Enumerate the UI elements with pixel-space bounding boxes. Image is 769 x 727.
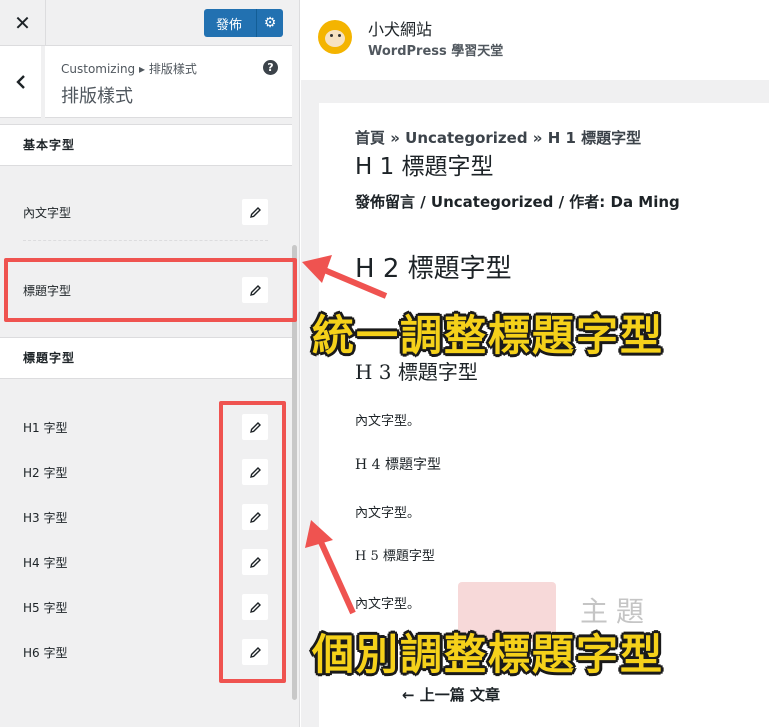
post-paragraph: 內文字型。: [355, 597, 421, 612]
logo-face: [325, 30, 345, 47]
section-title: 排版樣式: [61, 86, 133, 107]
highlight-box-individual: [219, 401, 286, 683]
callout-unified: 統一調整標題字型: [312, 311, 665, 360]
control-body-font[interactable]: 內文字型: [23, 199, 268, 225]
control-label: H4 字型: [23, 555, 68, 570]
post-h4: H 4 標題字型: [355, 457, 442, 473]
post-breadcrumb[interactable]: 首頁 » Uncategorized » H 1 標題字型: [355, 127, 641, 148]
control-label: 內文字型: [23, 205, 72, 220]
group-heading-heading-fonts: 標題字型: [0, 337, 292, 379]
highlight-box-unified: [4, 258, 297, 322]
publish-label[interactable]: 發佈: [204, 14, 256, 33]
post-h5: H 5 標題字型: [355, 549, 435, 564]
group-heading-basic-fonts: 基本字型: [0, 124, 292, 166]
edit-button[interactable]: [242, 199, 268, 225]
post-h1: H 1 標題字型: [355, 154, 494, 180]
back-button[interactable]: [0, 46, 45, 118]
control-label: H2 字型: [23, 465, 68, 480]
post-h2: H 2 標題字型: [355, 254, 512, 284]
divider: [23, 240, 268, 241]
post-paragraph: 內文字型。: [355, 506, 421, 521]
site-logo-icon[interactable]: [318, 20, 352, 54]
callout-individual: 個別調整標題字型: [312, 630, 665, 679]
breadcrumb: Customizing ▸ 排版樣式: [61, 62, 197, 76]
site-tagline: WordPress 學習天堂: [368, 44, 504, 59]
gear-icon[interactable]: ⚙: [257, 15, 283, 31]
pencil-icon[interactable]: [249, 206, 262, 219]
publish-button[interactable]: 發佈 ⚙: [204, 9, 283, 37]
control-label: H1 字型: [23, 420, 68, 435]
chevron-left-icon[interactable]: [15, 74, 27, 90]
control-label: H3 字型: [23, 510, 68, 525]
customizer-topbar: ✕ 發佈 ⚙: [0, 0, 292, 46]
control-label: H5 字型: [23, 600, 68, 615]
close-button[interactable]: ✕: [0, 0, 46, 46]
logo-eye: [338, 34, 341, 37]
control-label: H6 字型: [23, 645, 68, 660]
post-meta[interactable]: 發佈留言 / Uncategorized / 作者: Da Ming: [355, 191, 680, 212]
previous-post-link[interactable]: ← 上一篇 文章: [402, 684, 500, 705]
help-icon[interactable]: ?: [263, 60, 278, 75]
logo-eye: [330, 34, 333, 37]
section-header: Customizing ▸ 排版樣式 排版樣式 ?: [0, 46, 292, 118]
site-title[interactable]: 小犬網站: [368, 16, 432, 40]
post-paragraph: 內文字型。: [355, 414, 421, 429]
